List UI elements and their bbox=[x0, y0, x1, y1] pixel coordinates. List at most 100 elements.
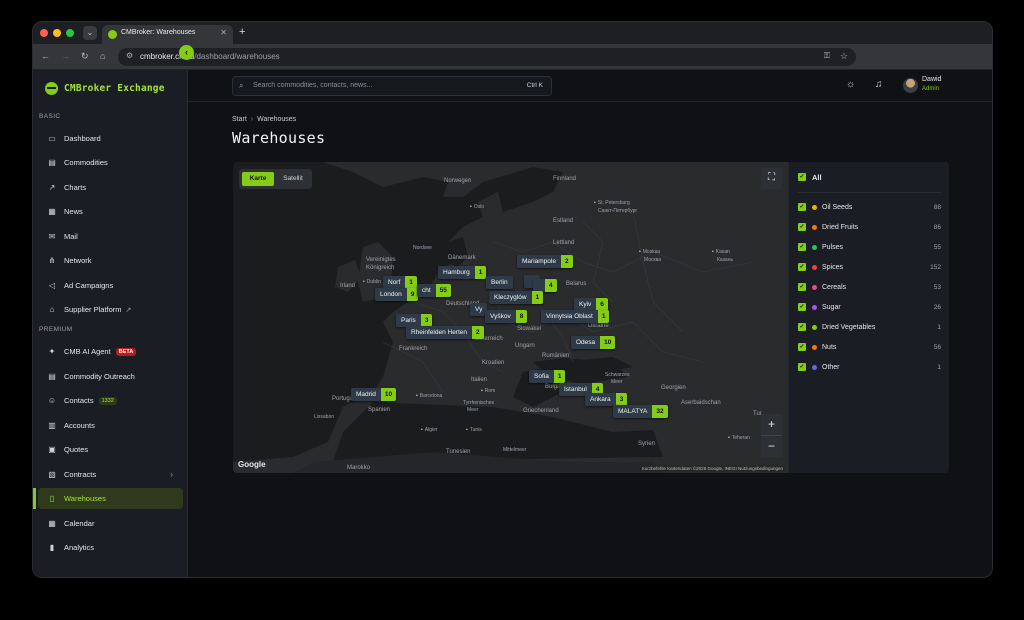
filter-all[interactable]: ✓ All bbox=[798, 171, 941, 183]
password-key-icon[interactable]: ⚿ bbox=[824, 51, 830, 61]
filter-dried-fruits[interactable]: ✓ Dried Fruits 86 bbox=[798, 221, 941, 233]
warehouse-marker[interactable]: Hamburg 1 bbox=[438, 266, 487, 279]
warehouse-marker[interactable]: Mariampole 2 bbox=[517, 255, 573, 268]
sidebar-item-commodity-outreach[interactable]: ▤ Commodity Outreach bbox=[38, 366, 183, 387]
sidebar-item-contracts[interactable]: ▧ Contracts › bbox=[38, 464, 183, 485]
sidebar-item-network[interactable]: ⋔ Network bbox=[38, 250, 183, 271]
zoom-control: + − bbox=[761, 414, 782, 457]
sidebar-item-label: Calendar bbox=[64, 519, 95, 528]
place-label: Finnland bbox=[553, 176, 577, 182]
warehouse-marker[interactable]: Vinnytsia Oblast 1 bbox=[541, 310, 610, 323]
sidebar-item-dashboard[interactable]: ▭ Dashboard bbox=[38, 128, 183, 149]
zoom-in-icon[interactable]: + bbox=[761, 414, 782, 435]
reload-icon[interactable]: ↻ bbox=[81, 50, 89, 62]
collapse-sidebar-button[interactable]: ‹ bbox=[179, 45, 194, 60]
warehouse-marker[interactable]: Vyškov 8 bbox=[485, 310, 528, 323]
place-label: Oslo bbox=[470, 204, 484, 210]
place-label: Slowakei bbox=[517, 326, 542, 332]
warehouse-map[interactable]: Karte Satellit ⛶ Norwegen Finnland Oslo … bbox=[233, 162, 788, 473]
tab-list-chevron-icon[interactable]: ⌄ bbox=[83, 26, 97, 40]
warehouse-marker[interactable]: London 9 bbox=[375, 288, 419, 301]
sidebar-item-mail[interactable]: ✉ Mail bbox=[38, 226, 183, 247]
maximize-window-button[interactable] bbox=[66, 29, 74, 37]
warehouse-marker[interactable]: Kleczyglów 1 bbox=[489, 291, 544, 304]
warehouse-marker[interactable]: Berlin bbox=[486, 276, 513, 289]
sidebar-item-ad-campaigns[interactable]: ◁ Ad Campaigns bbox=[38, 275, 183, 296]
sidebar-item-contacts[interactable]: ☺ Contacts 1332 bbox=[38, 390, 183, 411]
address-bar[interactable]: ⚙ cmbroker.cloud/dashboard/warehouses ⚿ … bbox=[118, 48, 856, 66]
home-icon[interactable]: ⌂ bbox=[100, 50, 105, 62]
sidebar-item-analytics[interactable]: ▮ Analytics bbox=[38, 537, 183, 558]
checkbox-checked-icon[interactable]: ✓ bbox=[798, 343, 806, 351]
forward-arrow-icon[interactable]: → bbox=[61, 50, 70, 62]
warehouse-marker[interactable]: Sofia 1 bbox=[529, 370, 566, 383]
filter-nuts[interactable]: ✓ Nuts 56 bbox=[798, 341, 941, 353]
warehouse-marker[interactable]: MALATYA 32 bbox=[613, 405, 668, 418]
filter-sugar[interactable]: ✓ Sugar 26 bbox=[798, 301, 941, 313]
warehouse-marker[interactable]: cht 55 bbox=[417, 284, 451, 297]
zoom-out-icon[interactable]: − bbox=[761, 436, 782, 457]
fullscreen-icon[interactable]: ⛶ bbox=[761, 168, 782, 189]
filter-cereals[interactable]: ✓ Cereals 53 bbox=[798, 281, 941, 293]
google-logo: Google bbox=[238, 460, 266, 469]
favicon-icon bbox=[108, 30, 117, 39]
sidebar-item-supplier-platform[interactable]: ⌂ Supplier Platform ↗ bbox=[38, 299, 183, 320]
warehouse-marker[interactable]: Madrid 10 bbox=[351, 388, 397, 401]
filter-pulses[interactable]: ✓ Pulses 55 bbox=[798, 241, 941, 253]
place-label: Griechenland bbox=[523, 408, 559, 414]
sidebar-item-label: CMB AI Agent bbox=[64, 347, 111, 356]
checkbox-checked-icon[interactable]: ✓ bbox=[798, 283, 806, 291]
store-icon: ⌂ bbox=[49, 305, 55, 314]
browser-tab[interactable]: CMBroker: Warehouses ✕ bbox=[102, 25, 233, 44]
sidebar-item-warehouses[interactable]: ▯ Warehouses bbox=[38, 488, 183, 509]
brand[interactable]: CMBroker Exchange bbox=[45, 80, 165, 96]
tab-karte[interactable]: Karte bbox=[242, 172, 274, 186]
checkbox-checked-icon[interactable]: ✓ bbox=[798, 323, 806, 331]
avatar[interactable] bbox=[903, 78, 918, 93]
sidebar-item-accounts[interactable]: ▥ Accounts bbox=[38, 415, 183, 436]
tab-satellit[interactable]: Satellit bbox=[276, 172, 310, 186]
sidebar-item-commodities[interactable]: ▤ Commodities bbox=[38, 152, 183, 173]
checkbox-checked-icon[interactable]: ✓ bbox=[798, 203, 806, 211]
filter-spices[interactable]: ✓ Spices 152 bbox=[798, 261, 941, 273]
checkbox-checked-icon[interactable]: ✓ bbox=[798, 223, 806, 231]
user-name: Dawid bbox=[922, 76, 942, 83]
theme-toggle-sun-icon[interactable]: ☼ bbox=[846, 79, 855, 91]
search-input[interactable]: ⌕ Search commodities, contacts, news... … bbox=[232, 76, 552, 96]
checkbox-checked-icon[interactable]: ✓ bbox=[798, 363, 806, 371]
bookmark-star-icon[interactable]: ☆ bbox=[840, 51, 848, 62]
filter-dried-vegetables[interactable]: ✓ Dried Vegetables 1 bbox=[798, 321, 941, 333]
filter-other[interactable]: ✓ Other 1 bbox=[798, 361, 941, 373]
sidebar-item-news[interactable]: ▦ News bbox=[38, 201, 183, 222]
close-window-button[interactable] bbox=[40, 29, 48, 37]
notifications-bell-icon[interactable]: ♫ bbox=[875, 79, 883, 91]
map-attribution[interactable]: Kurzbefehle Kartendaten ©2026 Google, IN… bbox=[638, 465, 786, 472]
warehouse-marker[interactable]: Odesa 10 bbox=[571, 336, 616, 349]
search-shortcut: Ctrl K bbox=[526, 82, 543, 89]
minimize-window-button[interactable] bbox=[53, 29, 61, 37]
breadcrumb-home[interactable]: Start bbox=[232, 116, 247, 123]
place-label: Lettland bbox=[553, 240, 575, 246]
back-arrow-icon[interactable]: ← bbox=[41, 50, 50, 62]
map-icon: ▯ bbox=[49, 494, 55, 503]
checkbox-checked-icon[interactable]: ✓ bbox=[798, 243, 806, 251]
checkbox-checked-icon[interactable]: ✓ bbox=[798, 263, 806, 271]
outreach-icon: ▤ bbox=[48, 372, 56, 381]
page-title: Warehouses bbox=[232, 129, 326, 147]
sidebar-item-calendar[interactable]: ▦ Calendar bbox=[38, 513, 183, 534]
place-label: Königreich bbox=[366, 265, 395, 271]
sidebar-item-charts[interactable]: ↗ Charts bbox=[38, 177, 183, 198]
network-icon: ⋔ bbox=[48, 256, 56, 265]
filter-oil-seeds[interactable]: ✓ Oil Seeds 88 bbox=[798, 201, 941, 213]
checkbox-checked-icon[interactable]: ✓ bbox=[798, 303, 806, 311]
tab-close-icon[interactable]: ✕ bbox=[220, 28, 227, 37]
new-tab-icon[interactable]: + bbox=[239, 26, 245, 38]
site-info-icon[interactable]: ⚙ bbox=[126, 51, 133, 60]
place-label: Ungarn bbox=[515, 343, 535, 349]
sidebar-item-cmb-ai-agent[interactable]: ✦ CMB AI Agent BETA bbox=[38, 341, 183, 362]
checkbox-checked-icon[interactable]: ✓ bbox=[798, 173, 806, 181]
sidebar-item-label: Network bbox=[64, 256, 92, 265]
sidebar-item-quotes[interactable]: ▣ Quotes bbox=[38, 439, 183, 460]
category-color-dot bbox=[812, 344, 817, 350]
warehouse-marker[interactable]: Rheinfelden Herten 2 bbox=[406, 326, 484, 339]
